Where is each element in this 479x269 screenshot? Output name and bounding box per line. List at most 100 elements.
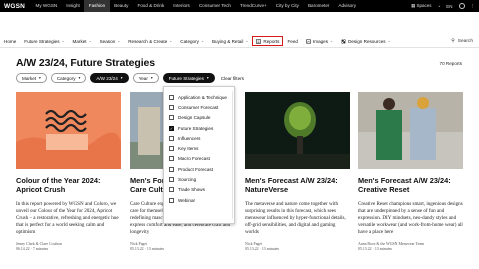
checkbox-icon[interactable] [169, 156, 174, 162]
top-tab-city-by-city[interactable]: City by City [271, 0, 303, 12]
creative-reset-photo [358, 92, 463, 169]
page-title: A/W 23/24, Future Strategies [16, 57, 155, 69]
top-tab-my-wgsn[interactable]: My WGSN [31, 0, 62, 12]
card-image[interactable] [16, 92, 121, 169]
top-tab-trendcurve[interactable]: TrendCurve+ [235, 0, 271, 12]
checkbox-icon[interactable] [169, 146, 174, 152]
top-tab-barometer[interactable]: Barometer [303, 0, 333, 12]
dropdown-scrollbar[interactable] [231, 91, 233, 219]
report-card[interactable]: Men's Forecast A/W 23/24: Creative Reset… [358, 92, 463, 252]
filter-a-w-23-24[interactable]: A/W 23/24 ▾ [90, 73, 129, 83]
checkbox-checked-icon[interactable]: ✓ [169, 125, 174, 131]
spaces-link[interactable]: ▦ Spaces [411, 3, 432, 9]
search-placeholder: Search [457, 39, 473, 44]
option-label: Design Capsule [178, 115, 211, 121]
chevron-down-icon: ▾ [78, 76, 81, 80]
subnav-design-resources[interactable]: Design Resources ⌄ [337, 35, 395, 48]
apricot-crush-illustration [16, 92, 121, 169]
chevron-down-icon: ⌄ [330, 39, 334, 43]
checkbox-icon[interactable] [169, 104, 174, 110]
subnav-label: Market [72, 38, 87, 44]
report-count: 70 Reports [439, 61, 462, 66]
dropdown-option[interactable]: Influencers [164, 133, 234, 143]
images-label: Images [312, 38, 329, 44]
card-image[interactable] [358, 92, 463, 169]
top-tab-beauty[interactable]: Beauty [110, 0, 133, 12]
top-tab-consumer-tech[interactable]: Consumer Tech [194, 0, 235, 12]
filter-label: Category [56, 75, 76, 81]
dropdown-option[interactable]: ✓ Future Strategies [164, 123, 234, 133]
checkbox-icon[interactable] [169, 115, 174, 121]
subnav-season[interactable]: Season ⌄ [96, 35, 125, 48]
dropdown-option[interactable]: Trade Shows [164, 185, 234, 195]
filter-market[interactable]: Market ▾ [16, 73, 47, 83]
card-image[interactable] [245, 92, 350, 169]
top-tab-interiors[interactable]: Interiors [169, 0, 195, 12]
report-card[interactable]: Colour of the Year 2024: Apricot Crush I… [16, 92, 121, 252]
subnav-label: Buying & Retail [211, 38, 244, 44]
checkbox-icon[interactable] [169, 177, 174, 183]
chevron-down-icon: ⌄ [61, 39, 65, 43]
wgsn-logo[interactable]: WGSN [0, 3, 31, 10]
option-label: Webinar [178, 197, 196, 203]
subnav-buying-retail[interactable]: Buying & Retail ⌄ [208, 35, 252, 48]
dropdown-option[interactable]: Product Forecast [164, 164, 234, 174]
dropdown-option[interactable]: Macro Forecast [164, 154, 234, 164]
top-tab-food-drink[interactable]: Food & Drink [133, 0, 169, 12]
notifications-icon[interactable]: ◔ [438, 4, 441, 9]
design-resources-icon [341, 38, 346, 44]
language-selector[interactable]: EN [446, 4, 452, 9]
card-title[interactable]: Colour of the Year 2024: Apricot Crush [16, 176, 121, 194]
chevron-down-icon: ⌄ [245, 39, 249, 43]
subnav-feed[interactable]: Feed [283, 35, 301, 48]
clear-filters-link[interactable]: Clear filters [221, 76, 244, 81]
chevron-down-icon: ⌄ [169, 39, 173, 43]
checkbox-icon[interactable] [169, 135, 174, 141]
subnav-category[interactable]: Category ⌄ [176, 35, 208, 48]
checkbox-icon[interactable] [169, 166, 174, 172]
user-avatar-icon[interactable] [458, 3, 465, 9]
dropdown-option[interactable]: Consumer Forecast [164, 102, 234, 112]
checkbox-icon[interactable] [169, 197, 174, 203]
filter-category[interactable]: Category ▾ [50, 73, 87, 83]
chevron-down-icon: ⌄ [88, 39, 92, 43]
top-tab-fashion[interactable]: Fashion [84, 0, 110, 12]
chevron-down-icon: ▾ [206, 76, 209, 80]
report-card[interactable]: Men's Forecast A/W 23/24: NatureVerse Th… [245, 92, 350, 252]
subnav-market[interactable]: Market ⌄ [69, 35, 96, 48]
chevron-down-icon: ⌄ [200, 39, 204, 43]
reports-label: Reports [263, 38, 280, 44]
chevron-down-icon: ▾ [150, 76, 153, 80]
chevron-down-icon: ⌄ [117, 39, 121, 43]
dropdown-option[interactable]: Webinar [164, 195, 234, 205]
dropdown-option[interactable]: Application & Technique [164, 92, 234, 102]
checkbox-icon[interactable] [169, 187, 174, 193]
top-nav-tabs: My WGSN Insight Fashion Beauty Food & Drink I… [31, 0, 361, 12]
search-input[interactable]: ⚲ Search [451, 36, 473, 47]
card-title[interactable]: Men's Forecast A/W 23/24: Creative Reset [358, 176, 463, 194]
filter-label: Year [138, 75, 148, 81]
subnav-reports[interactable]: Reports [252, 36, 284, 46]
top-tab-insight[interactable]: Insight [62, 0, 85, 12]
subnav-home[interactable]: Home [0, 35, 20, 48]
subnav-research-create[interactable]: Research & Create ⌄ [124, 35, 176, 48]
subnav-label: Season [99, 38, 116, 44]
top-tab-advisory[interactable]: Advisory [334, 0, 361, 12]
filter-label: Market [22, 75, 37, 81]
subnav-label: Research & Create [128, 38, 168, 44]
option-label: Product Forecast [178, 166, 213, 172]
more-menu-icon[interactable]: ⋮ [471, 3, 476, 9]
dropdown-option[interactable]: Sourcing [164, 174, 234, 184]
checkbox-icon[interactable] [169, 94, 174, 100]
card-title[interactable]: Men's Forecast A/W 23/24: NatureVerse [245, 176, 350, 194]
filter-bar: Market ▾ Category ▾ A/W 23/24 ▾ Year ▾ Future St… [16, 73, 244, 83]
dropdown-option[interactable]: Key Items [164, 143, 234, 153]
filter-future-strategies[interactable]: Future Strategies ▾ [162, 73, 215, 83]
filter-year[interactable]: Year ▾ [132, 73, 159, 83]
feed-label: Feed [287, 38, 298, 44]
subnav-images[interactable]: Images ⌄ [302, 35, 337, 48]
option-label: Trade Shows [178, 187, 205, 193]
card-description: In this report powered by WGSN and Color… [16, 201, 119, 235]
subnav-future-strategies[interactable]: Future Strategies ⌄ [20, 35, 68, 48]
dropdown-option[interactable]: Design Capsule [164, 113, 234, 123]
